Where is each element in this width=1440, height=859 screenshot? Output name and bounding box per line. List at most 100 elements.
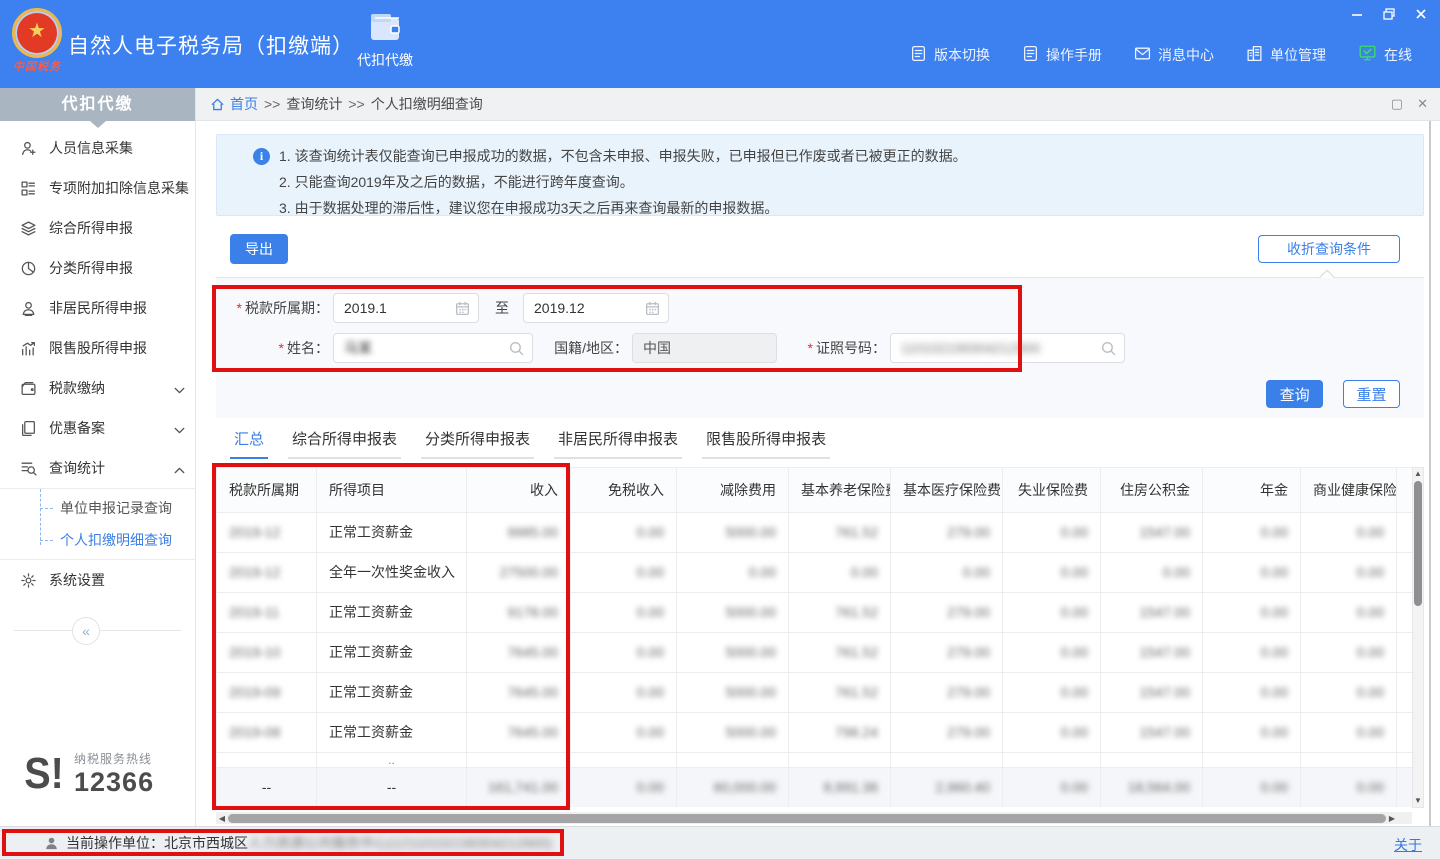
table-row-1[interactable]: 2019-12正常工资薪金9985.000.005000.00761.52279… — [217, 512, 1413, 552]
page-maximize-icon[interactable]: ▢ — [1391, 97, 1403, 111]
table-row-3-cell-8: 0.00 — [1003, 592, 1101, 632]
table-row-6[interactable]: 2019-08正常工资薪金7645.000.005000.00798.24279… — [217, 712, 1413, 752]
table-row-5-cell-9: 1547.00 — [1101, 672, 1203, 712]
table-row-4-cell-9: 1547.00 — [1101, 632, 1203, 672]
table-row-2-cell-2: 全年一次性奖金收入 — [317, 552, 467, 592]
tab-4[interactable]: 非居民所得申报表 — [554, 428, 682, 459]
sidebar-item-10[interactable]: 系统设置 — [0, 560, 195, 600]
col-header-11: 商业健康保险 — [1301, 468, 1397, 512]
notice-line-3: 3. 由于数据处理的滞后性，建议您在申报成功3天之后再来查询最新的申报数据。 — [279, 195, 1423, 221]
table-row-6-cell-9: 1547.00 — [1101, 712, 1203, 752]
scroll-down-icon[interactable]: ▼ — [1413, 795, 1423, 807]
breadcrumb-separator: >> — [348, 96, 364, 112]
sidebar-item-8[interactable]: 优惠备案 — [0, 408, 195, 448]
table-row-4-cell-2: 正常工资薪金 — [317, 632, 467, 672]
sidebar-item-4[interactable]: 分类所得申报 — [0, 248, 195, 288]
tab-1[interactable]: 汇总 — [230, 428, 268, 459]
table-row-3[interactable]: 2019-11正常工资薪金9178.000.005000.00761.52279… — [217, 592, 1413, 632]
sidebar-item-label: 综合所得申报 — [49, 218, 183, 238]
header-menu-item-3[interactable]: 消息中心 — [1134, 45, 1214, 65]
table-row-6-cell-6: 798.24 — [789, 712, 891, 752]
sidebar-item-7[interactable]: 税款缴纳 — [0, 368, 195, 408]
required-mark: * — [237, 300, 242, 316]
wallet2-icon — [20, 380, 37, 397]
sidebar-item-2[interactable]: 专项附加扣除信息采集 — [0, 168, 195, 208]
doc-icon — [1022, 45, 1039, 65]
sidebar-item-label: 查询统计 — [49, 458, 171, 478]
header-menu-item-1[interactable]: 版本切换 — [910, 45, 990, 65]
sidebar-item-5[interactable]: 非居民所得申报 — [0, 288, 195, 328]
table-row-1-cell-2: 正常工资薪金 — [317, 512, 467, 552]
table-row-partial-cell-3 — [467, 752, 571, 767]
horizontal-scrollbar-thumb[interactable] — [228, 814, 1386, 823]
period-from-field[interactable]: 2019.1 — [333, 293, 479, 323]
header-menu: 版本切换 操作手册 消息中心 单位管理 在线 — [910, 44, 1412, 65]
hotline-mark: S! — [24, 752, 64, 796]
header-menu-item-5[interactable]: 在线 — [1358, 44, 1412, 65]
sidebar-item-3[interactable]: 综合所得申报 — [0, 208, 195, 248]
table-row-5[interactable]: 2019-09正常工资薪金7645.000.005000.00761.52279… — [217, 672, 1413, 712]
table-row-1-cell-4: 0.00 — [571, 512, 677, 552]
chevron-down-icon — [171, 422, 183, 434]
header-menu-item-2[interactable]: 操作手册 — [1022, 45, 1102, 65]
breadcrumb-item-query-stats[interactable]: 查询统计 — [286, 94, 342, 114]
table-row-2-cell-10: 0.00 — [1203, 552, 1301, 592]
sidebar-subitem-2[interactable]: 个人扣缴明细查询 — [0, 524, 195, 556]
query-buttons: 查询 重置 — [196, 380, 1400, 408]
breadcrumb-home[interactable]: 首页 — [230, 94, 258, 114]
emblem-star-icon: ★ — [15, 21, 59, 41]
minimize-icon[interactable] — [1348, 6, 1366, 22]
tab-5[interactable]: 限售股所得申报表 — [702, 428, 830, 459]
id-number-field[interactable]: 110102199304212900 — [890, 333, 1125, 363]
person-add-icon — [20, 140, 37, 157]
scroll-left-icon[interactable]: ◀ — [216, 814, 228, 823]
col-header-1: 税款所属期 — [217, 468, 317, 512]
collapse-conditions-button[interactable]: 收折查询条件 — [1258, 235, 1400, 263]
restore-icon[interactable] — [1380, 6, 1398, 22]
table-row-2[interactable]: 2019-12全年一次性奖金收入27500.000.000.000.000.00… — [217, 552, 1413, 592]
page-close-icon[interactable]: ✕ — [1417, 97, 1428, 111]
table-total-row[interactable]: ----161,741.000.0060,000.008,991.362,960… — [217, 767, 1413, 807]
vertical-scrollbar-thumb[interactable] — [1414, 481, 1422, 606]
search-button[interactable]: 查询 — [1266, 380, 1323, 408]
calendar-icon[interactable] — [454, 300, 471, 317]
table-row-5-cell-3: 7645.00 — [467, 672, 571, 712]
table-row-partial-cell-2: .. — [317, 752, 467, 767]
about-link[interactable]: 关于 — [1394, 835, 1422, 855]
calendar-icon[interactable] — [644, 300, 661, 317]
scroll-up-icon[interactable]: ▲ — [1413, 468, 1423, 480]
tab-3[interactable]: 分类所得申报表 — [421, 428, 534, 459]
search-icon[interactable] — [1100, 340, 1117, 357]
horizontal-scrollbar[interactable]: ◀ ▶ — [216, 812, 1412, 824]
table-row-2-cell-3: 27500.00 — [467, 552, 571, 592]
tab-withholding[interactable]: 代扣代缴 — [345, 12, 425, 70]
header-menu-item-4[interactable]: 单位管理 — [1246, 45, 1326, 65]
search-icon[interactable] — [508, 340, 525, 357]
export-button[interactable]: 导出 — [230, 234, 288, 264]
table-row-4[interactable]: 2019-10正常工资薪金7645.000.005000.00761.52279… — [217, 632, 1413, 672]
close-icon[interactable] — [1412, 6, 1430, 22]
table-row-6-cell-7: 279.00 — [891, 712, 1003, 752]
tab-2[interactable]: 综合所得申报表 — [288, 428, 401, 459]
sidebar-subitem-1[interactable]: 单位申报记录查询 — [0, 492, 195, 524]
person-icon — [20, 300, 37, 317]
sidebar-item-6[interactable]: 限售股所得申报 — [0, 328, 195, 368]
scroll-right-icon[interactable]: ▶ — [1386, 814, 1398, 823]
table-row-4-cell-7: 279.00 — [891, 632, 1003, 672]
vertical-scrollbar[interactable]: ▲ ▼ — [1412, 467, 1424, 808]
pie-icon — [20, 260, 37, 277]
reset-button[interactable]: 重置 — [1343, 380, 1400, 408]
notice-panel: i 1. 该查询统计表仅能查询已申报成功的数据，不包含未申报、申报失败，已申报但… — [216, 134, 1424, 216]
period-to-field[interactable]: 2019.12 — [523, 293, 669, 323]
table-row-2-cell-11: 0.00 — [1301, 552, 1397, 592]
sidebar-item-label: 税款缴纳 — [49, 378, 171, 398]
col-header-2: 所得项目 — [317, 468, 467, 512]
sidebar-collapse-button[interactable]: « — [72, 617, 100, 645]
sidebar-item-9[interactable]: 查询统计 — [0, 448, 195, 488]
name-label: 姓名： — [287, 340, 329, 356]
name-field[interactable]: 马某 — [333, 333, 533, 363]
hotline-number: 12366 — [74, 767, 154, 798]
sidebar-menu: 人员信息采集专项附加扣除信息采集综合所得申报分类所得申报非居民所得申报限售股所得… — [0, 128, 195, 646]
table-row-4-cell-4: 0.00 — [571, 632, 677, 672]
sidebar-item-1[interactable]: 人员信息采集 — [0, 128, 195, 168]
